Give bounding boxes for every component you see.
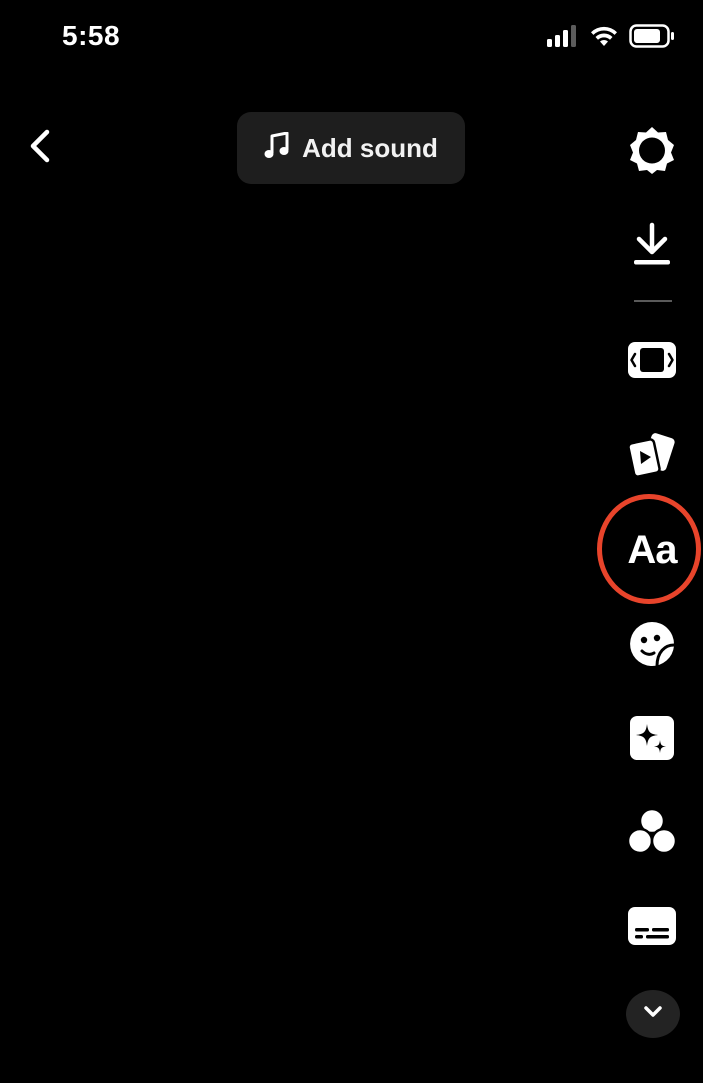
chevron-down-icon [643,1005,663,1024]
adjust-clips-icon [627,341,677,379]
stickers-button[interactable] [620,612,684,676]
battery-icon [629,24,675,48]
download-button[interactable] [620,212,684,276]
download-icon [631,222,673,266]
adjust-clips-button[interactable] [620,328,684,392]
sparkle-icon [629,715,675,761]
settings-button[interactable] [620,118,684,182]
toolbar-divider [634,300,672,302]
status-time: 5:58 [62,20,121,51]
captions-button[interactable] [620,894,684,958]
back-button[interactable] [18,122,62,174]
gear-icon [626,124,678,176]
add-sound-label: Add sound [302,132,438,163]
effects-button[interactable] [620,706,684,770]
text-button[interactable]: Aa [620,518,684,582]
sticker-icon [627,619,677,669]
templates-button[interactable] [620,422,684,486]
text-icon: Aa [627,527,677,572]
cards-play-icon [625,429,679,479]
chevron-left-icon [28,129,52,168]
cellular-signal-icon [547,25,579,47]
filters-button[interactable] [620,800,684,864]
filters-icon [625,807,679,857]
status-icons [547,24,675,48]
music-note-icon [264,131,290,165]
add-sound-button[interactable]: Add sound [237,112,465,184]
more-button[interactable] [626,990,680,1038]
wifi-icon [589,25,619,47]
captions-icon [627,906,677,946]
